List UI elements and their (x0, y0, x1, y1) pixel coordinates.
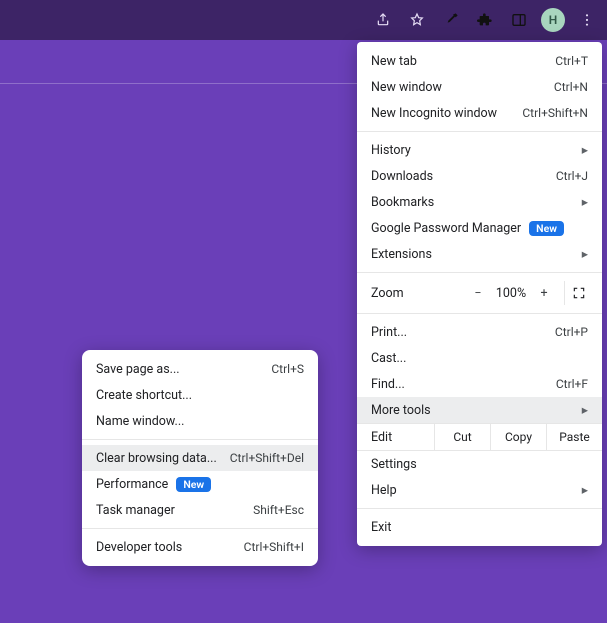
menu-label: Exit (371, 520, 391, 535)
menu-label: Create shortcut... (96, 388, 192, 403)
menu-find[interactable]: Find... Ctrl+F (357, 371, 602, 397)
submenu-developer-tools[interactable]: Developer tools Ctrl+Shift+I (82, 534, 318, 560)
menu-shortcut: Ctrl+J (556, 169, 588, 183)
share-icon[interactable] (369, 6, 397, 34)
menu-label: Downloads (371, 169, 433, 184)
menu-bookmarks[interactable]: Bookmarks ▸ (357, 189, 602, 215)
menu-shortcut: Ctrl+Shift+I (244, 540, 304, 554)
browser-toolbar: H (0, 0, 607, 40)
zoom-out-button[interactable]: − (466, 281, 490, 305)
menu-separator (357, 272, 602, 273)
menu-separator (82, 528, 318, 529)
menu-label: Bookmarks (371, 195, 434, 210)
menu-label: Settings (371, 457, 417, 472)
edit-copy-button[interactable]: Copy (490, 424, 546, 450)
menu-zoom-row: Zoom − 100% + (357, 278, 602, 308)
menu-separator (357, 313, 602, 314)
menu-label: Save page as... (96, 362, 180, 377)
bookmark-star-icon[interactable] (403, 6, 431, 34)
menu-shortcut: Ctrl+Shift+N (522, 106, 588, 120)
menu-shortcut: Ctrl+S (271, 362, 304, 376)
fullscreen-button[interactable] (564, 281, 592, 305)
submenu-arrow-icon: ▸ (582, 402, 588, 418)
menu-label: Developer tools (96, 540, 182, 555)
menu-separator (357, 131, 602, 132)
menu-label: Extensions (371, 247, 432, 262)
more-tools-submenu: Save page as... Ctrl+S Create shortcut..… (82, 350, 318, 566)
extensions-puzzle-icon[interactable] (471, 6, 499, 34)
menu-label: New Incognito window (371, 106, 497, 121)
edit-cut-button[interactable]: Cut (434, 424, 490, 450)
eyedropper-icon[interactable] (437, 6, 465, 34)
menu-label: History (371, 143, 411, 158)
submenu-arrow-icon: ▸ (582, 194, 588, 210)
menu-label: Help (371, 483, 397, 498)
avatar-initial: H (541, 8, 565, 32)
menu-history[interactable]: History ▸ (357, 137, 602, 163)
submenu-arrow-icon: ▸ (582, 482, 588, 498)
menu-new-incognito[interactable]: New Incognito window Ctrl+Shift+N (357, 100, 602, 126)
menu-new-tab[interactable]: New tab Ctrl+T (357, 48, 602, 74)
menu-label: Cast... (371, 351, 406, 366)
submenu-arrow-icon: ▸ (582, 142, 588, 158)
menu-label: More tools (371, 403, 431, 418)
new-badge: New (529, 221, 564, 236)
menu-shortcut: Ctrl+F (556, 377, 588, 391)
menu-label: Name window... (96, 414, 184, 429)
menu-new-window[interactable]: New window Ctrl+N (357, 74, 602, 100)
menu-downloads[interactable]: Downloads Ctrl+J (357, 163, 602, 189)
menu-separator (82, 439, 318, 440)
menu-help[interactable]: Help ▸ (357, 477, 602, 503)
menu-label: Task manager (96, 503, 175, 518)
submenu-task-manager[interactable]: Task manager Shift+Esc (82, 497, 318, 523)
menu-cast[interactable]: Cast... (357, 345, 602, 371)
edit-paste-button[interactable]: Paste (546, 424, 602, 450)
menu-label: Print... (371, 325, 407, 340)
menu-shortcut: Ctrl+P (555, 325, 588, 339)
menu-extensions[interactable]: Extensions ▸ (357, 241, 602, 267)
menu-shortcut: Ctrl+Shift+Del (230, 451, 304, 465)
menu-print[interactable]: Print... Ctrl+P (357, 319, 602, 345)
menu-separator (357, 508, 602, 509)
kebab-menu-icon[interactable] (573, 6, 601, 34)
submenu-create-shortcut[interactable]: Create shortcut... (82, 382, 318, 408)
menu-shortcut: Ctrl+N (554, 80, 588, 94)
submenu-name-window[interactable]: Name window... (82, 408, 318, 434)
submenu-clear-browsing-data[interactable]: Clear browsing data... Ctrl+Shift+Del (82, 445, 318, 471)
side-panel-icon[interactable] (505, 6, 533, 34)
submenu-save-page[interactable]: Save page as... Ctrl+S (82, 356, 318, 382)
menu-label: Google Password Manager (371, 221, 521, 236)
menu-password-manager[interactable]: Google Password Manager New (357, 215, 602, 241)
new-badge: New (176, 477, 211, 492)
profile-avatar[interactable]: H (539, 6, 567, 34)
menu-edit-row: Edit Cut Copy Paste (357, 423, 602, 451)
chrome-main-menu: New tab Ctrl+T New window Ctrl+N New Inc… (357, 42, 602, 546)
menu-settings[interactable]: Settings (357, 451, 602, 477)
menu-more-tools[interactable]: More tools ▸ (357, 397, 602, 423)
menu-label: Find... (371, 377, 405, 392)
menu-label: Performance (96, 477, 168, 492)
menu-label: New tab (371, 54, 417, 69)
zoom-label: Zoom (371, 286, 466, 301)
edit-label: Edit (371, 430, 434, 445)
menu-shortcut: Ctrl+T (555, 54, 588, 68)
submenu-performance[interactable]: Performance New (82, 471, 318, 497)
zoom-in-button[interactable]: + (532, 281, 556, 305)
menu-shortcut: Shift+Esc (253, 503, 304, 517)
menu-label: Clear browsing data... (96, 451, 217, 466)
zoom-value: 100% (490, 286, 532, 301)
menu-label: New window (371, 80, 442, 95)
submenu-arrow-icon: ▸ (582, 246, 588, 262)
menu-exit[interactable]: Exit (357, 514, 602, 540)
